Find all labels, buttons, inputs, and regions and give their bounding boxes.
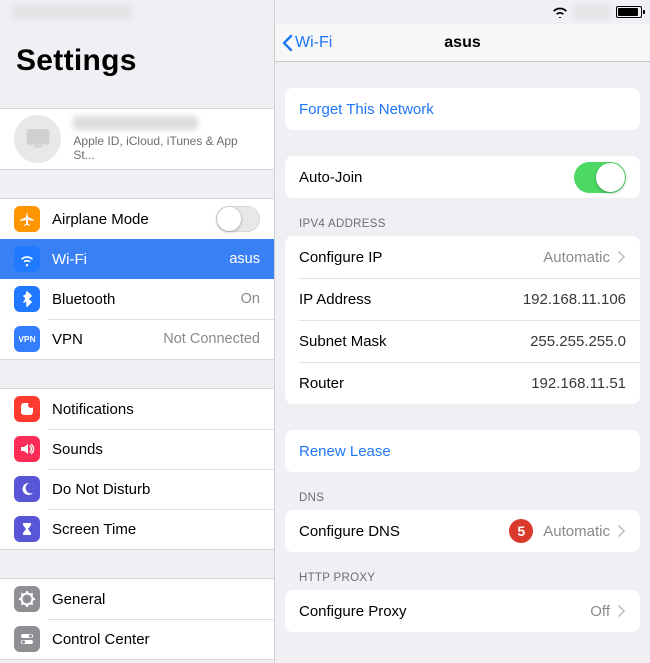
sidebar-item-controlcenter[interactable]: Control Center bbox=[0, 619, 274, 659]
airplane-toggle[interactable] bbox=[216, 206, 260, 232]
wifi-detail-pane: Wi-Fi asus Forget This Network Auto-Join… bbox=[275, 0, 650, 663]
apple-id-group: Apple ID, iCloud, iTunes & App St... bbox=[0, 108, 274, 170]
hourglass-icon bbox=[14, 516, 40, 542]
chevron-right-icon bbox=[618, 525, 626, 537]
autojoin-toggle[interactable] bbox=[574, 162, 626, 193]
autojoin-group: Auto-Join bbox=[285, 156, 640, 198]
configure-dns-cell[interactable]: Configure DNS 5 Automatic bbox=[285, 510, 640, 552]
chevron-right-icon bbox=[618, 251, 626, 263]
configure-ip-cell[interactable]: Configure IP Automatic bbox=[285, 236, 640, 278]
proxy-section-header: HTTP PROXY bbox=[275, 572, 650, 590]
switches-icon bbox=[14, 626, 40, 652]
sidebar-item-wifi[interactable]: Wi-Fi asus bbox=[0, 239, 274, 279]
sidebar-item-value: asus bbox=[229, 251, 260, 267]
sidebar-item-label: Airplane Mode bbox=[52, 211, 149, 228]
sidebar-item-label: Notifications bbox=[52, 401, 134, 418]
sidebar-item-label: Control Center bbox=[52, 631, 150, 648]
autojoin-cell[interactable]: Auto-Join bbox=[285, 156, 640, 198]
detail-navbar: Wi-Fi asus bbox=[275, 24, 650, 62]
settings-group-general: General Control Center bbox=[0, 578, 274, 660]
detail-body: Forget This Network Auto-Join IPV4 ADDRE… bbox=[275, 62, 650, 663]
vpn-icon bbox=[14, 326, 40, 352]
sidebar-item-bluetooth[interactable]: Bluetooth On bbox=[0, 279, 274, 319]
subnet-mask-cell: Subnet Mask 255.255.255.0 bbox=[285, 320, 640, 362]
settings-sidebar: Settings Apple ID, iCloud, iTunes & App … bbox=[0, 0, 275, 663]
configure-proxy-cell[interactable]: Configure Proxy Off bbox=[285, 590, 640, 632]
sidebar-item-value: On bbox=[241, 291, 260, 307]
ipv4-section-header: IPV4 ADDRESS bbox=[275, 218, 650, 236]
router-cell: Router 192.168.11.51 bbox=[285, 362, 640, 404]
dns-section-header: DNS bbox=[275, 492, 650, 510]
bluetooth-icon bbox=[14, 286, 40, 312]
sidebar-item-label: VPN bbox=[52, 331, 83, 348]
chevron-right-icon bbox=[618, 605, 626, 617]
airplane-icon bbox=[14, 206, 40, 232]
forget-group: Forget This Network bbox=[285, 88, 640, 130]
battery-pct-blurred bbox=[574, 6, 610, 18]
sidebar-item-dnd[interactable]: Do Not Disturb bbox=[0, 469, 274, 509]
sidebar-item-label: Wi-Fi bbox=[52, 251, 87, 268]
renew-group: Renew Lease bbox=[285, 430, 640, 472]
sidebar-item-screentime[interactable]: Screen Time bbox=[0, 509, 274, 549]
ipv4-group: Configure IP Automatic IP Address 192.16… bbox=[285, 236, 640, 404]
sidebar-item-airplane[interactable]: Airplane Mode bbox=[0, 199, 274, 239]
sidebar-item-vpn[interactable]: VPN Not Connected bbox=[0, 319, 274, 359]
sidebar-item-label: Do Not Disturb bbox=[52, 481, 150, 498]
sidebar-item-notifications[interactable]: Notifications bbox=[0, 389, 274, 429]
sidebar-item-value: Not Connected bbox=[163, 331, 260, 347]
sidebar-item-label: Screen Time bbox=[52, 521, 136, 538]
status-bar-right bbox=[275, 0, 650, 24]
sidebar-item-label: Bluetooth bbox=[52, 291, 115, 308]
renew-lease-button[interactable]: Renew Lease bbox=[285, 430, 640, 472]
forget-network-button[interactable]: Forget This Network bbox=[285, 88, 640, 130]
sidebar-item-label: General bbox=[52, 591, 105, 608]
ip-address-cell: IP Address 192.168.11.106 bbox=[285, 278, 640, 320]
gear-icon bbox=[14, 586, 40, 612]
sidebar-item-general[interactable]: General bbox=[0, 579, 274, 619]
status-bar-left bbox=[0, 0, 274, 24]
proxy-group: Configure Proxy Off bbox=[285, 590, 640, 632]
user-name-blurred bbox=[73, 116, 198, 130]
avatar bbox=[14, 115, 61, 163]
sidebar-item-label: Sounds bbox=[52, 441, 103, 458]
notifications-icon bbox=[14, 396, 40, 422]
detail-title: asus bbox=[444, 34, 480, 52]
moon-icon bbox=[14, 476, 40, 502]
sidebar-item-sounds[interactable]: Sounds bbox=[0, 429, 274, 469]
step-callout-badge: 5 bbox=[509, 519, 533, 543]
battery-icon bbox=[616, 6, 642, 18]
carrier-label-blurred bbox=[12, 5, 132, 19]
settings-group-notifications: Notifications Sounds Do Not Disturb Scre… bbox=[0, 388, 274, 550]
apple-id-subtitle: Apple ID, iCloud, iTunes & App St... bbox=[73, 134, 260, 162]
settings-group-connectivity: Airplane Mode Wi-Fi asus Bluetooth On VP… bbox=[0, 198, 274, 360]
back-button[interactable]: Wi-Fi bbox=[281, 24, 332, 61]
sounds-icon bbox=[14, 436, 40, 462]
apple-id-cell[interactable]: Apple ID, iCloud, iTunes & App St... bbox=[0, 109, 274, 169]
settings-title: Settings bbox=[0, 24, 274, 88]
wifi-icon bbox=[14, 246, 40, 272]
back-label: Wi-Fi bbox=[295, 34, 332, 52]
wifi-status-icon bbox=[552, 6, 568, 18]
dns-group: Configure DNS 5 Automatic bbox=[285, 510, 640, 552]
